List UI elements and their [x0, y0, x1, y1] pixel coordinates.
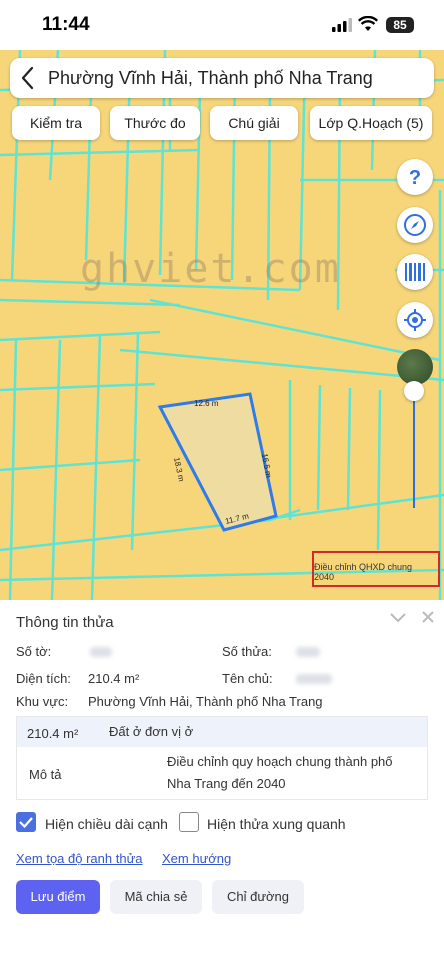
description-line-1: Điều chỉnh quy hoạch chung thành phố [167, 754, 393, 769]
area-label: Diện tích: [16, 671, 71, 686]
chevron-down-icon[interactable] [389, 610, 407, 624]
description-label: Mô tả [29, 767, 62, 782]
region-value: Phường Vĩnh Hải, Thành phố Nha Trang [88, 694, 323, 709]
view-coordinates-link[interactable]: Xem tọa độ ranh thửa [16, 851, 143, 866]
svg-text:?: ? [409, 167, 421, 189]
measure-button[interactable]: Thước đo [110, 106, 200, 140]
barcode-icon [405, 263, 425, 281]
locate-button[interactable] [397, 302, 433, 338]
satellite-layer-thumbnail[interactable] [397, 349, 433, 385]
status-bar: 11:44 85 [0, 0, 444, 50]
directions-button[interactable]: Chỉ đường [212, 880, 304, 914]
view-direction-link[interactable]: Xem hướng [162, 851, 231, 866]
owner-value-redacted [296, 674, 332, 684]
legend-button[interactable]: Chú giải [210, 106, 298, 140]
layer-button[interactable]: Lớp Q.Hoạch (5) [310, 106, 432, 140]
parcel-number-label: Số thửa: [222, 644, 272, 659]
back-arrow-icon[interactable] [20, 66, 36, 90]
opacity-slider-handle[interactable] [404, 381, 424, 401]
location-bar[interactable]: Phường Vĩnh Hải, Thành phố Nha Trang [10, 58, 434, 98]
land-use-table: 210.4 m² Đất ở đơn vị ở Mô tả Điều chỉnh… [16, 716, 428, 800]
owner-label: Tên chủ: [222, 671, 273, 686]
show-edges-checkbox[interactable] [16, 812, 36, 832]
show-edges-label: Hiện chiều dài cạnh [45, 816, 168, 832]
location-title: Phường Vĩnh Hải, Thành phố Nha Trang [48, 68, 373, 88]
checkmark-icon [19, 817, 33, 829]
opacity-slider-track[interactable] [413, 394, 415, 508]
share-code-button[interactable]: Mã chia sẻ [110, 880, 202, 914]
crosshair-icon [404, 309, 426, 331]
battery-icon: 85 [386, 17, 414, 33]
status-time: 11:44 [42, 14, 90, 35]
signal-icon [332, 18, 352, 32]
show-neighbors-checkbox[interactable] [179, 812, 199, 832]
close-icon[interactable] [421, 610, 435, 624]
watermark: ghviet.com [80, 246, 341, 292]
land-use-row [17, 717, 427, 747]
region-label: Khu vực: [16, 694, 69, 709]
compass-icon [404, 214, 426, 236]
area-value: 210.4 m² [88, 671, 140, 686]
panel-title: Thông tin thửa [16, 614, 114, 631]
parcel-number-redacted [296, 647, 320, 657]
edge-left-label: 18.3 m [172, 457, 186, 483]
parcel-info-panel: Thông tin thửa Số tờ: Số thửa: Diện tích… [0, 600, 444, 960]
barcode-button[interactable] [397, 254, 433, 290]
edge-top-label: 12.6 m [194, 399, 219, 408]
sheet-label: Số tờ: [16, 644, 52, 659]
help-icon: ? [409, 167, 421, 189]
help-button[interactable]: ? [397, 159, 433, 195]
sheet-value-redacted [90, 647, 112, 657]
land-use-type: Đất ở đơn vị ở [109, 724, 194, 739]
compass-button[interactable] [397, 207, 433, 243]
plan-layer-label: Điều chỉnh QHXD chung 2040 [312, 551, 440, 587]
land-use-area: 210.4 m² [27, 726, 79, 741]
show-neighbors-label: Hiện thửa xung quanh [207, 816, 346, 832]
description-line-2: Nha Trang đến 2040 [167, 776, 286, 791]
wifi-icon [358, 16, 378, 31]
plan-layer-text: Điều chỉnh QHXD chung 2040 [314, 562, 413, 582]
save-point-button[interactable]: Lưu điểm [16, 880, 100, 914]
check-button[interactable]: Kiểm tra [12, 106, 100, 140]
